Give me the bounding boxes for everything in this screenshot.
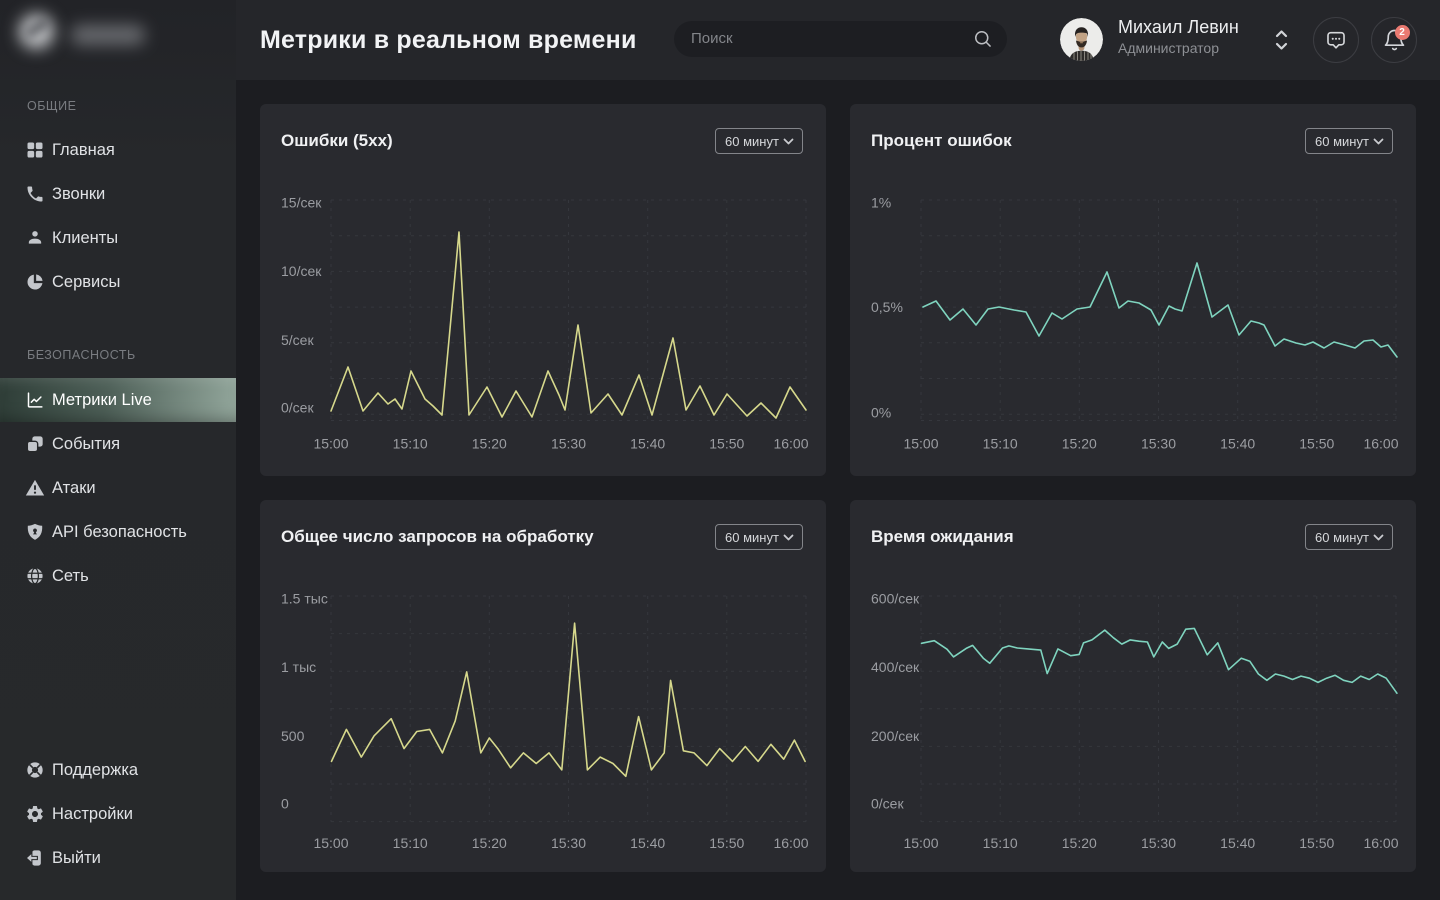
svg-text:15:00: 15:00: [313, 835, 348, 851]
svg-text:15:50: 15:50: [1299, 436, 1334, 452]
svg-text:600/сек: 600/сек: [871, 591, 920, 607]
svg-text:5/сек: 5/сек: [281, 332, 314, 348]
svg-text:1.5 тыс: 1.5 тыс: [281, 591, 328, 607]
svg-text:15:40: 15:40: [630, 835, 665, 851]
svg-text:15:50: 15:50: [709, 436, 744, 452]
svg-text:10/сек: 10/сек: [281, 263, 322, 279]
svg-text:16:00: 16:00: [1363, 835, 1398, 851]
svg-text:15:30: 15:30: [551, 835, 586, 851]
svg-text:15:10: 15:10: [983, 436, 1018, 452]
svg-text:15:50: 15:50: [1299, 835, 1334, 851]
svg-text:0/сек: 0/сек: [871, 796, 904, 812]
svg-text:15:00: 15:00: [313, 436, 348, 452]
svg-text:15:30: 15:30: [551, 436, 586, 452]
svg-text:500: 500: [281, 728, 305, 744]
svg-text:15:20: 15:20: [472, 436, 507, 452]
svg-text:1%: 1%: [871, 195, 891, 211]
svg-text:15:10: 15:10: [393, 436, 428, 452]
svg-text:0: 0: [281, 796, 289, 812]
svg-text:1 тыс: 1 тыс: [281, 659, 316, 675]
svg-text:15:30: 15:30: [1141, 835, 1176, 851]
svg-text:0/сек: 0/сек: [281, 400, 314, 416]
svg-text:15:40: 15:40: [630, 436, 665, 452]
svg-text:15:10: 15:10: [983, 835, 1018, 851]
svg-text:0,5%: 0,5%: [871, 299, 903, 315]
svg-text:15:10: 15:10: [393, 835, 428, 851]
svg-text:200/сек: 200/сек: [871, 728, 920, 744]
svg-text:15:50: 15:50: [709, 835, 744, 851]
svg-text:15:30: 15:30: [1141, 436, 1176, 452]
svg-text:15:20: 15:20: [472, 835, 507, 851]
svg-text:15/сек: 15/сек: [281, 195, 322, 211]
svg-text:16:00: 16:00: [773, 436, 808, 452]
svg-text:15:20: 15:20: [1062, 835, 1097, 851]
svg-text:0%: 0%: [871, 405, 891, 421]
svg-text:15:20: 15:20: [1062, 436, 1097, 452]
svg-text:15:00: 15:00: [903, 436, 938, 452]
svg-text:16:00: 16:00: [773, 835, 808, 851]
svg-text:15:40: 15:40: [1220, 835, 1255, 851]
svg-text:16:00: 16:00: [1363, 436, 1398, 452]
svg-text:15:00: 15:00: [903, 835, 938, 851]
svg-text:400/сек: 400/сек: [871, 659, 920, 675]
svg-text:15:40: 15:40: [1220, 436, 1255, 452]
